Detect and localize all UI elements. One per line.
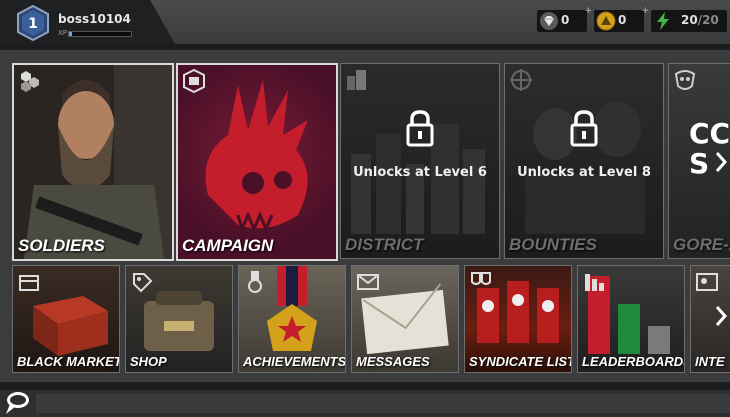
gold-counter[interactable]: 0 + — [594, 6, 649, 32]
campaign-emblem-icon — [183, 69, 205, 93]
card-label: BLACK MARKET — [17, 354, 120, 369]
card-label: SOLDIERS — [18, 236, 105, 255]
gold-coin-icon — [596, 11, 616, 31]
diamond-count: 0 — [561, 13, 570, 27]
lock-icon — [570, 110, 598, 147]
xp-label: XP — [58, 29, 68, 37]
skull-emblem — [205, 80, 308, 234]
card-label: ACHIEVEMENTS — [243, 354, 346, 369]
card-label: MESSAGES — [356, 354, 430, 369]
bounty-background — [525, 101, 645, 234]
card-label: GORE-A — [673, 235, 730, 254]
soldier-portrait — [14, 65, 172, 259]
buildings-icon — [347, 70, 366, 90]
card-label: BOUNTIES — [509, 235, 597, 254]
medal-icon — [248, 271, 262, 293]
gold-count: 0 — [618, 13, 627, 27]
card-district[interactable]: Unlocks at Level 6 DISTRICT — [340, 63, 500, 259]
shop-tag-icon — [133, 273, 153, 293]
card-soldiers[interactable]: SOLDIERS — [12, 63, 174, 261]
envelope-icon — [357, 274, 379, 290]
card-label: SHOP — [130, 354, 167, 369]
card-leaderboards[interactable]: LEADERBOARDS — [577, 265, 685, 373]
crate-icon — [19, 275, 39, 291]
energy-counter: 20/20 — [651, 10, 727, 32]
diamond-counter[interactable]: 0 + — [537, 6, 592, 32]
card-label: DISTRICT — [345, 235, 424, 254]
card-label: SYNDICATE LIST — [469, 354, 572, 369]
card-messages[interactable]: MESSAGES — [351, 265, 459, 373]
chat-input[interactable] — [36, 394, 730, 413]
unlock-requirement: Unlocks at Level 8 — [517, 165, 651, 180]
diamond-add[interactable]: + — [584, 6, 592, 16]
level-number: 1 — [28, 16, 38, 32]
card-black-market[interactable]: BLACK MARKET — [12, 265, 120, 373]
id-card-icon — [696, 273, 718, 291]
bar-chart-icon — [585, 274, 604, 291]
card-campaign[interactable]: CAMPAIGN — [176, 63, 338, 261]
card-achievements[interactable]: ACHIEVEMENTS — [238, 265, 346, 373]
energy-value: 20/20 — [681, 13, 719, 27]
card-label: LEADERBOARDS — [582, 354, 685, 369]
gold-add[interactable]: + — [641, 6, 649, 16]
card-label: INTE — [695, 354, 725, 369]
lightning-icon — [657, 12, 669, 30]
chat-bubble-icon[interactable] — [2, 388, 32, 416]
hexagons-icon — [21, 71, 39, 92]
card-syndicate-list[interactable]: SYNDICATE LIST — [464, 265, 572, 373]
shields-icon — [471, 272, 491, 285]
mask-icon — [674, 70, 696, 90]
card-bounties[interactable]: Unlocks at Level 8 BOUNTIES — [504, 63, 664, 259]
lock-icon — [406, 110, 434, 147]
username: boss10104 — [58, 12, 131, 26]
diamond-icon — [540, 12, 558, 30]
unlock-requirement: Unlocks at Level 6 — [353, 165, 487, 180]
card-label: CAMPAIGN — [182, 236, 274, 255]
xp-bar — [68, 31, 132, 37]
scroll-right-arrow-top[interactable] — [714, 150, 728, 174]
level-badge[interactable]: 1 — [15, 5, 51, 41]
crosshair-icon — [510, 69, 532, 91]
city-background — [351, 124, 485, 234]
card-shop[interactable]: SHOP — [125, 265, 233, 373]
scroll-right-arrow-bottom[interactable] — [714, 304, 728, 328]
